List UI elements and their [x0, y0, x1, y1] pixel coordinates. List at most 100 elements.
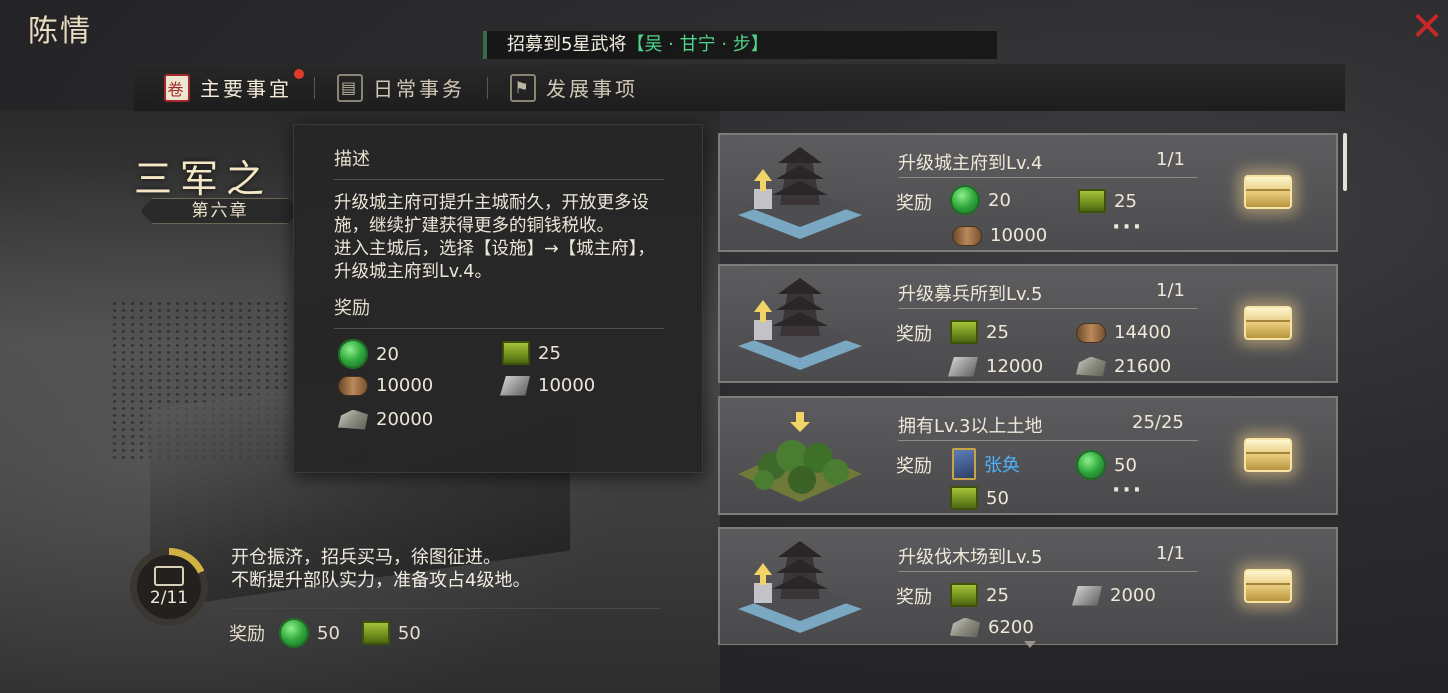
reward-value: 20 — [988, 189, 1011, 211]
reward-value: 50 — [397, 622, 421, 644]
quest-list[interactable]: 升级城主府到Lv.4 1/1 奖励 20 25 10000 ··· 升级募兵所到… — [718, 133, 1340, 645]
divider — [898, 440, 1198, 441]
reward-item: 6200 — [950, 617, 1034, 638]
chest-icon[interactable] — [1244, 306, 1292, 340]
chapter-progress-text: 2/11 — [149, 588, 189, 608]
ticker-highlight: 【吴 · 甘宁 · 步】 — [626, 34, 769, 55]
reward-label: 奖励 — [229, 624, 265, 645]
reward-item: 10000 — [500, 375, 595, 396]
reward-value: 25 — [986, 584, 1009, 606]
reward-item: 50 — [279, 618, 340, 648]
progress-inner: 2/11 — [137, 555, 201, 619]
jade-icon — [950, 185, 980, 215]
palace-upgrade-thumbnail — [738, 147, 862, 239]
reward-item: 10000 — [952, 225, 1047, 246]
iron-icon — [948, 356, 978, 377]
crate-icon — [950, 583, 978, 607]
tab-label: 主要事宜 — [200, 77, 292, 101]
chest-icon[interactable] — [1244, 438, 1292, 472]
reward-item: 张奂 — [952, 448, 1020, 480]
description-header: 描述 — [334, 145, 664, 180]
crate-icon — [502, 341, 530, 365]
jade-icon — [1076, 450, 1106, 480]
palace-upgrade-thumbnail — [738, 278, 862, 370]
reward-item: 50 — [950, 486, 1009, 510]
chest-icon — [154, 566, 184, 586]
crate-icon — [950, 486, 978, 510]
divider — [231, 608, 661, 609]
reward-value: 50 — [317, 622, 340, 644]
chest-icon[interactable] — [1244, 569, 1292, 603]
reward-item: 10000 — [338, 375, 433, 396]
wood-icon — [338, 375, 368, 396]
reward-value: 12000 — [986, 356, 1044, 377]
quest-name: 升级募兵所到Lv.5 — [898, 284, 1043, 305]
crate-icon — [1078, 189, 1106, 213]
reward-item: 20000 — [338, 409, 433, 430]
tab-divider — [314, 76, 315, 99]
notification-dot — [294, 69, 304, 79]
reward-item: 50 — [361, 621, 421, 645]
reward-value: 25 — [538, 342, 561, 364]
chapter-rewards: 奖励 50 50 — [229, 618, 443, 648]
tab-daily-tasks[interactable]: ▤ 日常事务 — [323, 64, 479, 111]
tab-label: 发展事项 — [546, 77, 638, 101]
reward-label: 奖励 — [896, 324, 932, 345]
stone-icon — [950, 617, 980, 638]
announcement-ticker: 招募到5星武将【吴 · 甘宁 · 步】 — [483, 31, 997, 59]
reward-item: 50 — [1076, 450, 1137, 480]
scrollbar[interactable] — [1343, 133, 1347, 191]
scroll-icon: 卷 — [164, 73, 190, 102]
tab-development[interactable]: ⚑ 发展事项 — [496, 64, 652, 111]
scroll-down-icon[interactable] — [1024, 641, 1036, 648]
chapter-progress-panel: 2/11 开仓振济，招兵买马，徐图征进。 不断提升部队实力，准备攻占4级地。 奖… — [128, 540, 688, 660]
wood-icon — [952, 225, 982, 246]
reward-value: 10000 — [538, 375, 596, 396]
reward-value: 21600 — [1114, 356, 1172, 377]
divider — [898, 308, 1198, 309]
quest-card[interactable]: 升级募兵所到Lv.5 1/1 奖励 25 14400 12000 21600 — [718, 264, 1338, 383]
quest-card[interactable]: 升级伐木场到Lv.5 1/1 奖励 25 2000 6200 — [718, 527, 1338, 645]
reward-value: 25 — [1114, 190, 1137, 212]
reward-label: 奖励 — [896, 456, 932, 477]
quest-name: 拥有Lv.3以上土地 — [898, 416, 1043, 437]
quest-progress: 1/1 — [1156, 149, 1185, 170]
flag-icon: ⚑ — [510, 73, 536, 102]
quest-name: 升级城主府到Lv.4 — [898, 153, 1043, 174]
palace-upgrade-thumbnail — [738, 541, 862, 633]
hero-name[interactable]: 张奂 — [984, 451, 1020, 477]
divider — [898, 571, 1198, 572]
forest-land-thumbnail — [738, 412, 862, 502]
chest-icon[interactable] — [1244, 175, 1292, 209]
quest-card[interactable]: 升级城主府到Lv.4 1/1 奖励 20 25 10000 ··· — [718, 133, 1338, 252]
reward-value: 10000 — [990, 225, 1048, 246]
reward-value: 14400 — [1114, 322, 1172, 343]
hero-card-icon — [952, 448, 976, 480]
reward-item: 25 — [950, 583, 1009, 607]
reward-value: 25 — [986, 321, 1009, 343]
jade-icon — [279, 618, 309, 648]
chapter-subtitle: 第六章 — [140, 198, 300, 224]
tab-main-affairs[interactable]: 卷 主要事宜 — [150, 64, 306, 111]
more-rewards-indicator[interactable]: ··· — [1112, 478, 1143, 503]
reward-item: 12000 — [948, 356, 1043, 377]
iron-icon — [500, 375, 530, 396]
more-rewards-indicator[interactable]: ··· — [1112, 215, 1143, 240]
tab-bar: 卷 主要事宜 ▤ 日常事务 ⚑ 发展事项 — [134, 64, 1345, 111]
reward-item: 25 — [1078, 189, 1137, 213]
reward-value: 50 — [1114, 454, 1137, 476]
reward-grid: 20 25 10000 10000 20000 — [334, 337, 664, 447]
chapter-chest-button[interactable]: 2/11 — [130, 548, 208, 626]
close-icon[interactable]: ✕ — [1408, 7, 1446, 47]
quest-card[interactable]: 拥有Lv.3以上土地 25/25 奖励 张奂 50 50 ··· — [718, 396, 1338, 515]
quest-progress: 25/25 — [1132, 412, 1184, 433]
tab-label: 日常事务 — [373, 77, 465, 101]
reward-item: 21600 — [1076, 356, 1171, 377]
jade-icon — [338, 339, 368, 369]
reward-item: 2000 — [1072, 585, 1156, 606]
reward-label: 奖励 — [896, 587, 932, 608]
reward-item: 25 — [502, 341, 561, 365]
notebook-icon: ▤ — [337, 73, 363, 102]
reward-item: 25 — [950, 320, 1009, 344]
reward-value: 20000 — [376, 409, 434, 430]
